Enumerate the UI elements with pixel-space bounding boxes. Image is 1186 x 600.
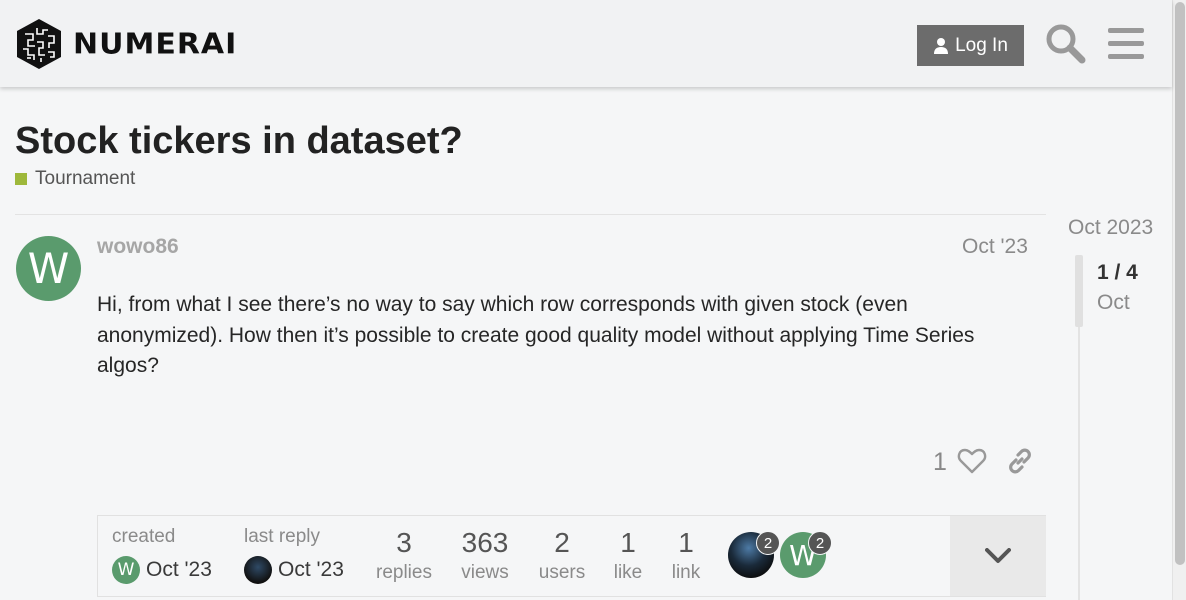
stat-users: 2 users (534, 528, 590, 584)
expand-topic-map-button[interactable] (950, 516, 1046, 596)
site-header: NUMERAI Log In (0, 0, 1172, 87)
stat-likes: 1 like (607, 528, 649, 584)
created-date: Oct '23 (146, 558, 212, 581)
site-logo[interactable]: NUMERAI (15, 18, 237, 70)
stat-links: 1 link (666, 528, 706, 584)
stat-replies: 3 replies (370, 528, 438, 584)
participant-post-count: 2 (808, 531, 832, 555)
last-reply-label: last reply (244, 526, 321, 547)
timeline-current-date: Oct (1097, 291, 1130, 314)
stat-label: link (671, 562, 701, 583)
stat-number: 1 (620, 527, 636, 558)
post-author-username[interactable]: wowo86 (97, 235, 179, 259)
participant-post-count: 2 (756, 531, 780, 555)
stat-views: 363 views (453, 528, 517, 584)
timeline-handle[interactable] (1075, 255, 1083, 327)
numerai-logo-icon (17, 19, 61, 69)
user-icon (934, 37, 949, 54)
stat-label: replies (376, 562, 432, 583)
created-avatar: W (112, 556, 140, 584)
post-body: Hi, from what I see there’s no way to sa… (97, 293, 975, 377)
last-reply-date: Oct '23 (278, 558, 344, 581)
stat-label: users (538, 562, 586, 583)
topic-map: created W Oct '23 last reply Oct '23 3 r… (97, 515, 1046, 597)
category-color-square (15, 173, 27, 185)
last-reply-info[interactable]: Oct '23 (244, 556, 344, 584)
post-author-avatar[interactable]: W (16, 236, 81, 301)
stat-number: 363 (461, 527, 509, 558)
post-date[interactable]: Oct '23 (962, 235, 1028, 259)
heart-icon[interactable] (957, 446, 987, 476)
category-label: Tournament (35, 168, 136, 189)
like-count: 1 (933, 448, 947, 476)
chevron-down-icon (985, 548, 1011, 563)
created-label: created (112, 526, 176, 547)
search-icon[interactable] (1044, 22, 1086, 64)
login-button[interactable]: Log In (917, 25, 1024, 66)
stat-number: 2 (554, 527, 570, 558)
scrollbar-thumb[interactable] (1175, 2, 1185, 565)
stat-label: like (613, 562, 643, 583)
topic-title[interactable]: Stock tickers in dataset? (15, 120, 463, 163)
login-label: Log In (955, 34, 1008, 56)
stat-number: 1 (678, 527, 694, 558)
link-icon[interactable] (1005, 446, 1035, 476)
title-divider (15, 214, 1046, 215)
brand-name: NUMERAI (73, 27, 238, 61)
timeline-position: 1 / 4 (1097, 261, 1138, 284)
created-info[interactable]: W Oct '23 (112, 556, 212, 584)
last-reply-avatar (244, 556, 272, 584)
menu-icon[interactable] (1105, 22, 1147, 64)
category-badge[interactable]: Tournament (15, 168, 135, 190)
page-scrollbar[interactable] (1172, 0, 1186, 600)
timeline-start-date[interactable]: Oct 2023 (1068, 216, 1153, 240)
stat-label: views (461, 562, 509, 583)
stat-number: 3 (396, 527, 412, 558)
